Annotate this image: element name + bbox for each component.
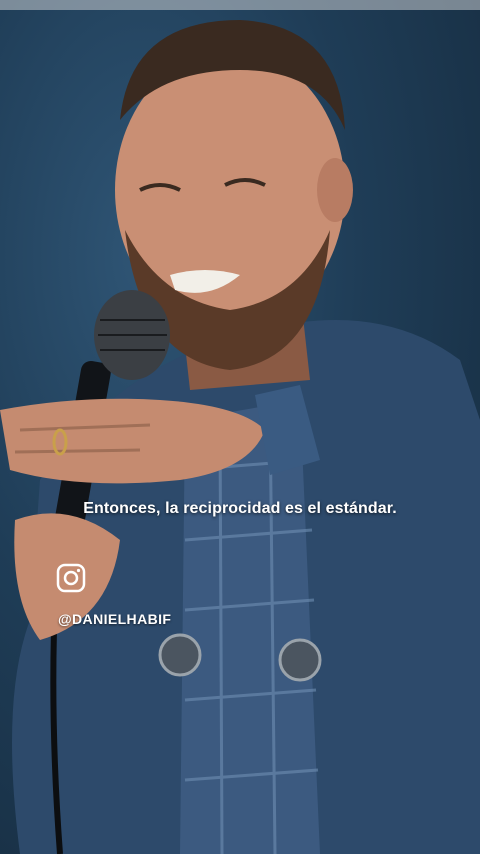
speaker-scene [0, 20, 480, 854]
instagram-icon [56, 563, 86, 593]
jacket-button-right [278, 638, 322, 682]
jacket-button-left [158, 633, 202, 677]
caption-text: Entonces, la reciprocidad es el estándar… [83, 500, 397, 517]
instagram-handle: @DANIELHABIF [58, 611, 172, 627]
video-frame: Entonces, la reciprocidad es el estándar… [0, 0, 480, 854]
